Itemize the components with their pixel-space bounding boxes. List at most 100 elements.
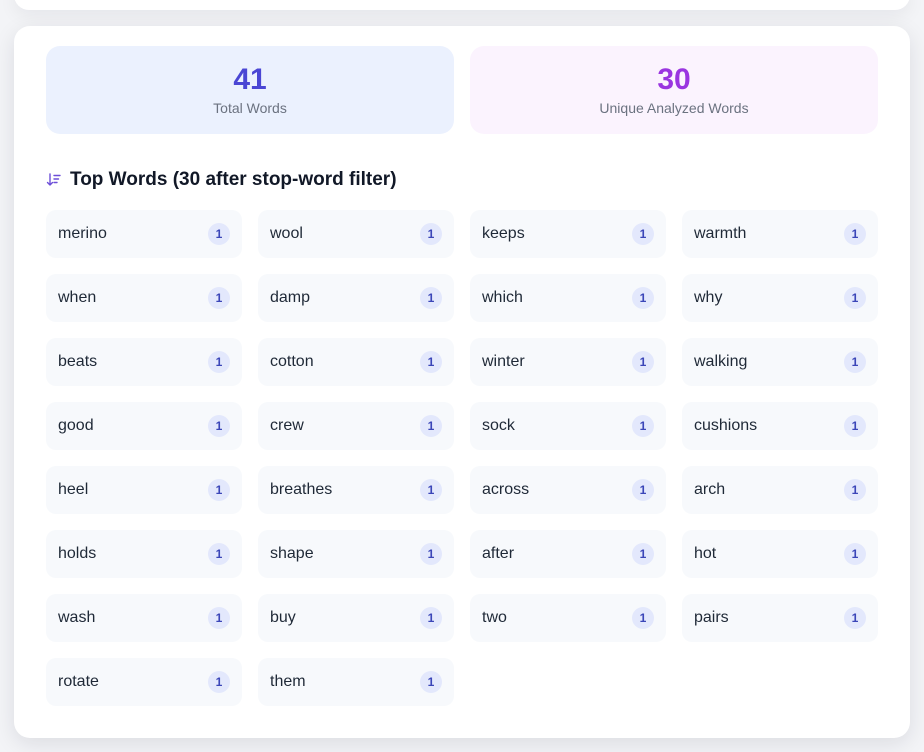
word-item: after 1 xyxy=(470,530,666,578)
count-badge: 1 xyxy=(420,671,442,693)
word-text: hot xyxy=(694,545,717,562)
section-title: Top Words (30 after stop-word filter) xyxy=(70,169,397,190)
count-badge: 1 xyxy=(632,543,654,565)
count-badge: 1 xyxy=(208,223,230,245)
word-item: crew 1 xyxy=(258,402,454,450)
unique-words-stat: 30 Unique Analyzed Words xyxy=(470,46,878,134)
word-item: them 1 xyxy=(258,658,454,706)
word-text: rotate xyxy=(58,673,99,690)
word-item: hot 1 xyxy=(682,530,878,578)
word-text: sock xyxy=(482,417,515,434)
word-item: breathes 1 xyxy=(258,466,454,514)
word-text: buy xyxy=(270,609,296,626)
count-badge: 1 xyxy=(632,607,654,629)
word-item: wash 1 xyxy=(46,594,242,642)
word-text: keeps xyxy=(482,225,525,242)
word-text: crew xyxy=(270,417,304,434)
word-item: wool 1 xyxy=(258,210,454,258)
count-badge: 1 xyxy=(208,607,230,629)
word-grid: merino 1 wool 1 keeps 1 warmth 1 when 1 damp 1… xyxy=(46,210,878,706)
word-item: cushions 1 xyxy=(682,402,878,450)
total-words-label: Total Words xyxy=(213,100,287,116)
count-badge: 1 xyxy=(420,223,442,245)
word-item: good 1 xyxy=(46,402,242,450)
word-item: sock 1 xyxy=(470,402,666,450)
word-text: walking xyxy=(694,353,748,370)
word-text: across xyxy=(482,481,530,498)
word-item: buy 1 xyxy=(258,594,454,642)
count-badge: 1 xyxy=(208,351,230,373)
count-badge: 1 xyxy=(844,287,866,309)
word-text: warmth xyxy=(694,225,747,242)
sort-descending-icon xyxy=(46,173,61,186)
word-item: winter 1 xyxy=(470,338,666,386)
word-item: holds 1 xyxy=(46,530,242,578)
word-item: damp 1 xyxy=(258,274,454,322)
top-words-header: Top Words (30 after stop-word filter) xyxy=(46,166,397,194)
word-text: cotton xyxy=(270,353,314,370)
word-text: wash xyxy=(58,609,96,626)
count-badge: 1 xyxy=(844,479,866,501)
count-badge: 1 xyxy=(844,543,866,565)
word-item: which 1 xyxy=(470,274,666,322)
word-item: warmth 1 xyxy=(682,210,878,258)
total-words-value: 41 xyxy=(233,63,267,96)
word-text: breathes xyxy=(270,481,333,498)
previous-card-edge xyxy=(14,0,910,10)
total-words-stat: 41 Total Words xyxy=(46,46,454,134)
word-analysis-card: 41 Total Words 30 Unique Analyzed Words … xyxy=(14,26,910,738)
word-text: why xyxy=(694,289,723,306)
count-badge: 1 xyxy=(420,351,442,373)
word-text: good xyxy=(58,417,94,434)
word-item: cotton 1 xyxy=(258,338,454,386)
word-text: which xyxy=(482,289,523,306)
word-item: rotate 1 xyxy=(46,658,242,706)
word-text: two xyxy=(482,609,507,626)
word-text: holds xyxy=(58,545,97,562)
word-text: heel xyxy=(58,481,89,498)
word-item: walking 1 xyxy=(682,338,878,386)
unique-words-value: 30 xyxy=(657,63,691,96)
word-text: after xyxy=(482,545,515,562)
count-badge: 1 xyxy=(632,287,654,309)
word-item: when 1 xyxy=(46,274,242,322)
count-badge: 1 xyxy=(844,223,866,245)
count-badge: 1 xyxy=(208,479,230,501)
count-badge: 1 xyxy=(632,479,654,501)
count-badge: 1 xyxy=(844,607,866,629)
unique-words-label: Unique Analyzed Words xyxy=(599,100,749,116)
count-badge: 1 xyxy=(208,543,230,565)
count-badge: 1 xyxy=(632,223,654,245)
word-text: merino xyxy=(58,225,107,242)
word-item: shape 1 xyxy=(258,530,454,578)
count-badge: 1 xyxy=(420,607,442,629)
word-item: arch 1 xyxy=(682,466,878,514)
word-text: when xyxy=(58,289,97,306)
word-item: heel 1 xyxy=(46,466,242,514)
word-text: cushions xyxy=(694,417,758,434)
word-item: beats 1 xyxy=(46,338,242,386)
count-badge: 1 xyxy=(844,415,866,437)
count-badge: 1 xyxy=(208,415,230,437)
count-badge: 1 xyxy=(420,479,442,501)
count-badge: 1 xyxy=(420,415,442,437)
count-badge: 1 xyxy=(208,287,230,309)
count-badge: 1 xyxy=(420,543,442,565)
word-text: arch xyxy=(694,481,726,498)
word-text: shape xyxy=(270,545,314,562)
word-item: pairs 1 xyxy=(682,594,878,642)
word-item: two 1 xyxy=(470,594,666,642)
word-text: damp xyxy=(270,289,311,306)
word-item: across 1 xyxy=(470,466,666,514)
count-badge: 1 xyxy=(632,351,654,373)
count-badge: 1 xyxy=(420,287,442,309)
count-badge: 1 xyxy=(844,351,866,373)
word-item: keeps 1 xyxy=(470,210,666,258)
count-badge: 1 xyxy=(632,415,654,437)
word-text: pairs xyxy=(694,609,729,626)
word-text: beats xyxy=(58,353,98,370)
word-item: why 1 xyxy=(682,274,878,322)
count-badge: 1 xyxy=(208,671,230,693)
word-text: wool xyxy=(270,225,303,242)
word-text: them xyxy=(270,673,306,690)
